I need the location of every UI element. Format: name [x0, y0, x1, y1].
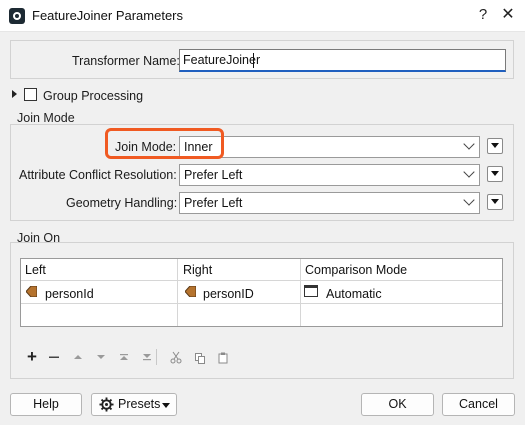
- header-divider: [21, 280, 502, 281]
- paste-icon[interactable]: [215, 349, 231, 365]
- title-bar: FeatureJoiner Parameters ? ✕: [0, 0, 525, 32]
- row-divider: [21, 303, 502, 304]
- move-bottom-icon[interactable]: [139, 349, 155, 365]
- comparison-mode-cell[interactable]: Automatic: [326, 287, 382, 301]
- expand-arrow-icon[interactable]: [12, 90, 17, 98]
- group-processing-checkbox[interactable]: [24, 88, 37, 101]
- geometry-handling-label: Geometry Handling:: [66, 196, 178, 210]
- left-attribute-cell[interactable]: personId: [45, 287, 94, 301]
- help-icon[interactable]: ?: [472, 4, 494, 26]
- geometry-handling-select[interactable]: Prefer Left: [179, 192, 480, 214]
- gear-icon: [99, 397, 114, 419]
- move-down-icon[interactable]: [93, 349, 109, 365]
- attribute-conflict-select[interactable]: Prefer Left: [179, 164, 480, 186]
- window-title: FeatureJoiner Parameters: [32, 8, 184, 23]
- chevron-down-icon: [463, 194, 475, 206]
- cancel-button[interactable]: Cancel: [442, 393, 515, 416]
- remove-icon[interactable]: [46, 349, 62, 365]
- transformer-name-input[interactable]: FeatureJoiner: [179, 49, 506, 72]
- help-button[interactable]: Help: [10, 393, 82, 416]
- attribute-icon: [26, 286, 37, 297]
- copy-icon[interactable]: [192, 349, 208, 365]
- column-header-left[interactable]: Left: [25, 263, 46, 277]
- ok-button[interactable]: OK: [361, 393, 434, 416]
- attribute-conflict-value: Prefer Left: [184, 168, 243, 182]
- presets-label: Presets: [118, 397, 161, 411]
- join-mode-select[interactable]: Inner: [179, 136, 480, 158]
- column-divider: [177, 259, 178, 326]
- chevron-down-icon: [463, 138, 475, 150]
- group-processing-label: Group Processing: [43, 89, 144, 103]
- transformer-name-label: Transformer Name:: [72, 54, 180, 68]
- move-top-icon[interactable]: [116, 349, 132, 365]
- geometry-handling-value: Prefer Left: [184, 196, 243, 210]
- column-header-right[interactable]: Right: [183, 263, 212, 277]
- attribute-conflict-menu-button[interactable]: [487, 166, 503, 182]
- presets-button[interactable]: Presets: [91, 393, 177, 416]
- join-mode-label: Join Mode:: [115, 140, 177, 154]
- text-caret: [253, 53, 254, 68]
- app-icon: [9, 8, 25, 24]
- right-attribute-cell[interactable]: personID: [203, 287, 254, 301]
- attribute-icon: [185, 286, 196, 297]
- join-on-table[interactable]: Left Right Comparison Mode personId pers…: [20, 258, 503, 327]
- column-header-comparison-mode[interactable]: Comparison Mode: [305, 263, 407, 277]
- comparison-mode-icon: [304, 285, 318, 297]
- move-up-icon[interactable]: [70, 349, 86, 365]
- column-divider: [300, 259, 301, 326]
- join-mode-value: Inner: [184, 140, 213, 154]
- geometry-handling-menu-button[interactable]: [487, 194, 503, 210]
- join-mode-menu-button[interactable]: [487, 138, 503, 154]
- chevron-down-icon: [463, 166, 475, 178]
- dropdown-arrow-icon: [162, 403, 170, 408]
- attribute-conflict-label: Attribute Conflict Resolution:: [19, 168, 177, 182]
- close-icon[interactable]: ✕: [497, 4, 519, 26]
- cut-icon[interactable]: [168, 349, 184, 365]
- toolbar-separator: [156, 349, 157, 365]
- join-mode-section-title: Join Mode: [17, 111, 75, 125]
- add-icon[interactable]: +: [24, 348, 40, 365]
